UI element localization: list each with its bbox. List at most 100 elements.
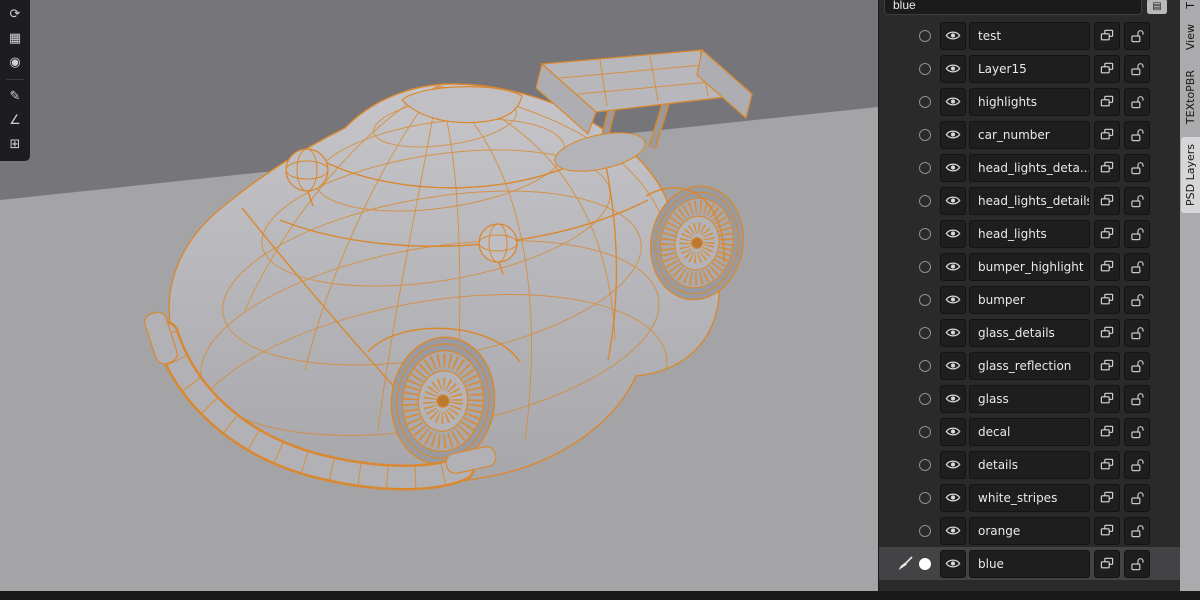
layer-select-radio[interactable] [919,95,931,108]
duplicate-layer-button[interactable] [1094,120,1120,149]
layer-select-radio[interactable] [919,293,931,306]
layer-select-radio[interactable] [919,557,931,570]
layer-name-button[interactable]: white_stripes [969,483,1090,512]
layer-row[interactable]: blue [879,547,1181,580]
layer-row[interactable]: glass_reflection [879,349,1181,382]
visibility-toggle[interactable] [940,549,966,578]
matcap-tool-icon[interactable]: ◉ [4,53,26,72]
layer-name-button[interactable]: glass_reflection [969,351,1090,380]
layer-name-button[interactable]: glass [969,384,1090,413]
layer-row[interactable]: head_lights_details [879,184,1181,217]
search-options-button[interactable]: ▤ [1147,0,1167,14]
image-tool-icon[interactable]: ▦ [4,29,26,48]
visibility-toggle[interactable] [940,285,966,314]
layer-name-button[interactable]: bumper_highlight [969,252,1090,281]
layer-select-radio[interactable] [919,425,931,438]
duplicate-layer-button[interactable] [1094,351,1120,380]
lock-layer-button[interactable] [1124,285,1150,314]
duplicate-layer-button[interactable] [1094,450,1120,479]
layer-select-radio[interactable] [919,392,931,405]
layer-row[interactable]: decal [879,415,1181,448]
layer-select-radio[interactable] [919,326,931,339]
duplicate-layer-button[interactable] [1094,549,1120,578]
layer-name-button[interactable]: details [969,450,1090,479]
visibility-toggle[interactable] [940,351,966,380]
layer-name-button[interactable]: head_lights_deta... [969,153,1090,182]
layer-row[interactable]: Layer15 [879,52,1181,85]
lock-layer-button[interactable] [1124,318,1150,347]
duplicate-layer-button[interactable] [1094,54,1120,83]
visibility-toggle[interactable] [940,252,966,281]
lock-layer-button[interactable] [1124,186,1150,215]
layer-name-button[interactable]: orange [969,516,1090,545]
lock-layer-button[interactable] [1124,219,1150,248]
duplicate-layer-button[interactable] [1094,252,1120,281]
lock-layer-button[interactable] [1124,120,1150,149]
visibility-toggle[interactable] [940,219,966,248]
layer-select-radio[interactable] [919,62,931,75]
visibility-toggle[interactable] [940,153,966,182]
layer-select-radio[interactable] [919,29,931,42]
tab-psd-layers[interactable]: PSD Layers [1181,136,1200,213]
layer-name-button[interactable]: decal [969,417,1090,446]
layer-select-radio[interactable] [919,194,931,207]
layer-row[interactable]: bumper [879,283,1181,316]
layer-row[interactable]: head_lights_deta... [879,151,1181,184]
duplicate-layer-button[interactable] [1094,483,1120,512]
visibility-toggle[interactable] [940,186,966,215]
layer-row[interactable]: orange [879,514,1181,547]
duplicate-layer-button[interactable] [1094,21,1120,50]
layer-row[interactable]: bumper_highlight [879,250,1181,283]
layer-row[interactable]: white_stripes [879,481,1181,514]
layer-select-radio[interactable] [919,227,931,240]
lock-layer-button[interactable] [1124,21,1150,50]
lock-layer-button[interactable] [1124,417,1150,446]
viewport-3d[interactable]: ⟳ ▦ ◉ ✎ ∠ ⊞ [0,0,878,591]
duplicate-layer-button[interactable] [1094,219,1120,248]
layer-select-radio[interactable] [919,491,931,504]
visibility-toggle[interactable] [940,516,966,545]
visibility-toggle[interactable] [940,384,966,413]
lock-layer-button[interactable] [1124,549,1150,578]
layer-row[interactable]: head_lights [879,217,1181,250]
visibility-toggle[interactable] [940,450,966,479]
layer-name-button[interactable]: car_number [969,120,1090,149]
duplicate-layer-button[interactable] [1094,417,1120,446]
duplicate-layer-button[interactable] [1094,87,1120,116]
visibility-toggle[interactable] [940,87,966,116]
lock-layer-button[interactable] [1124,54,1150,83]
visibility-toggle[interactable] [940,54,966,83]
visibility-toggle[interactable] [940,318,966,347]
annotate-tool-icon[interactable]: ⊞ [4,135,26,154]
layer-select-radio[interactable] [919,260,931,273]
layer-row[interactable]: glass_details [879,316,1181,349]
layer-name-button[interactable]: glass_details [969,318,1090,347]
layer-name-button[interactable]: blue [969,549,1090,578]
duplicate-layer-button[interactable] [1094,285,1120,314]
lock-layer-button[interactable] [1124,384,1150,413]
visibility-toggle[interactable] [940,120,966,149]
layer-row[interactable]: car_number [879,118,1181,151]
lock-layer-button[interactable] [1124,483,1150,512]
layer-name-button[interactable]: head_lights_details [969,186,1090,215]
layer-name-button[interactable]: Layer15 [969,54,1090,83]
tab-view[interactable]: View [1181,17,1200,57]
brush-tool-icon[interactable]: ✎ [4,87,26,106]
duplicate-layer-button[interactable] [1094,153,1120,182]
tab-partial[interactable]: T [1181,0,1200,11]
lock-layer-button[interactable] [1124,450,1150,479]
layer-select-radio[interactable] [919,458,931,471]
visibility-toggle[interactable] [940,483,966,512]
layer-name-button[interactable]: highlights [969,87,1090,116]
layer-name-button[interactable]: test [969,21,1090,50]
duplicate-layer-button[interactable] [1094,384,1120,413]
duplicate-layer-button[interactable] [1094,186,1120,215]
layer-search-input[interactable] [884,0,1142,15]
layer-select-radio[interactable] [919,359,931,372]
duplicate-layer-button[interactable] [1094,318,1120,347]
layer-name-button[interactable]: bumper [969,285,1090,314]
layer-row[interactable]: details [879,448,1181,481]
layer-row[interactable]: highlights [879,85,1181,118]
lock-layer-button[interactable] [1124,153,1150,182]
layer-row[interactable]: glass [879,382,1181,415]
